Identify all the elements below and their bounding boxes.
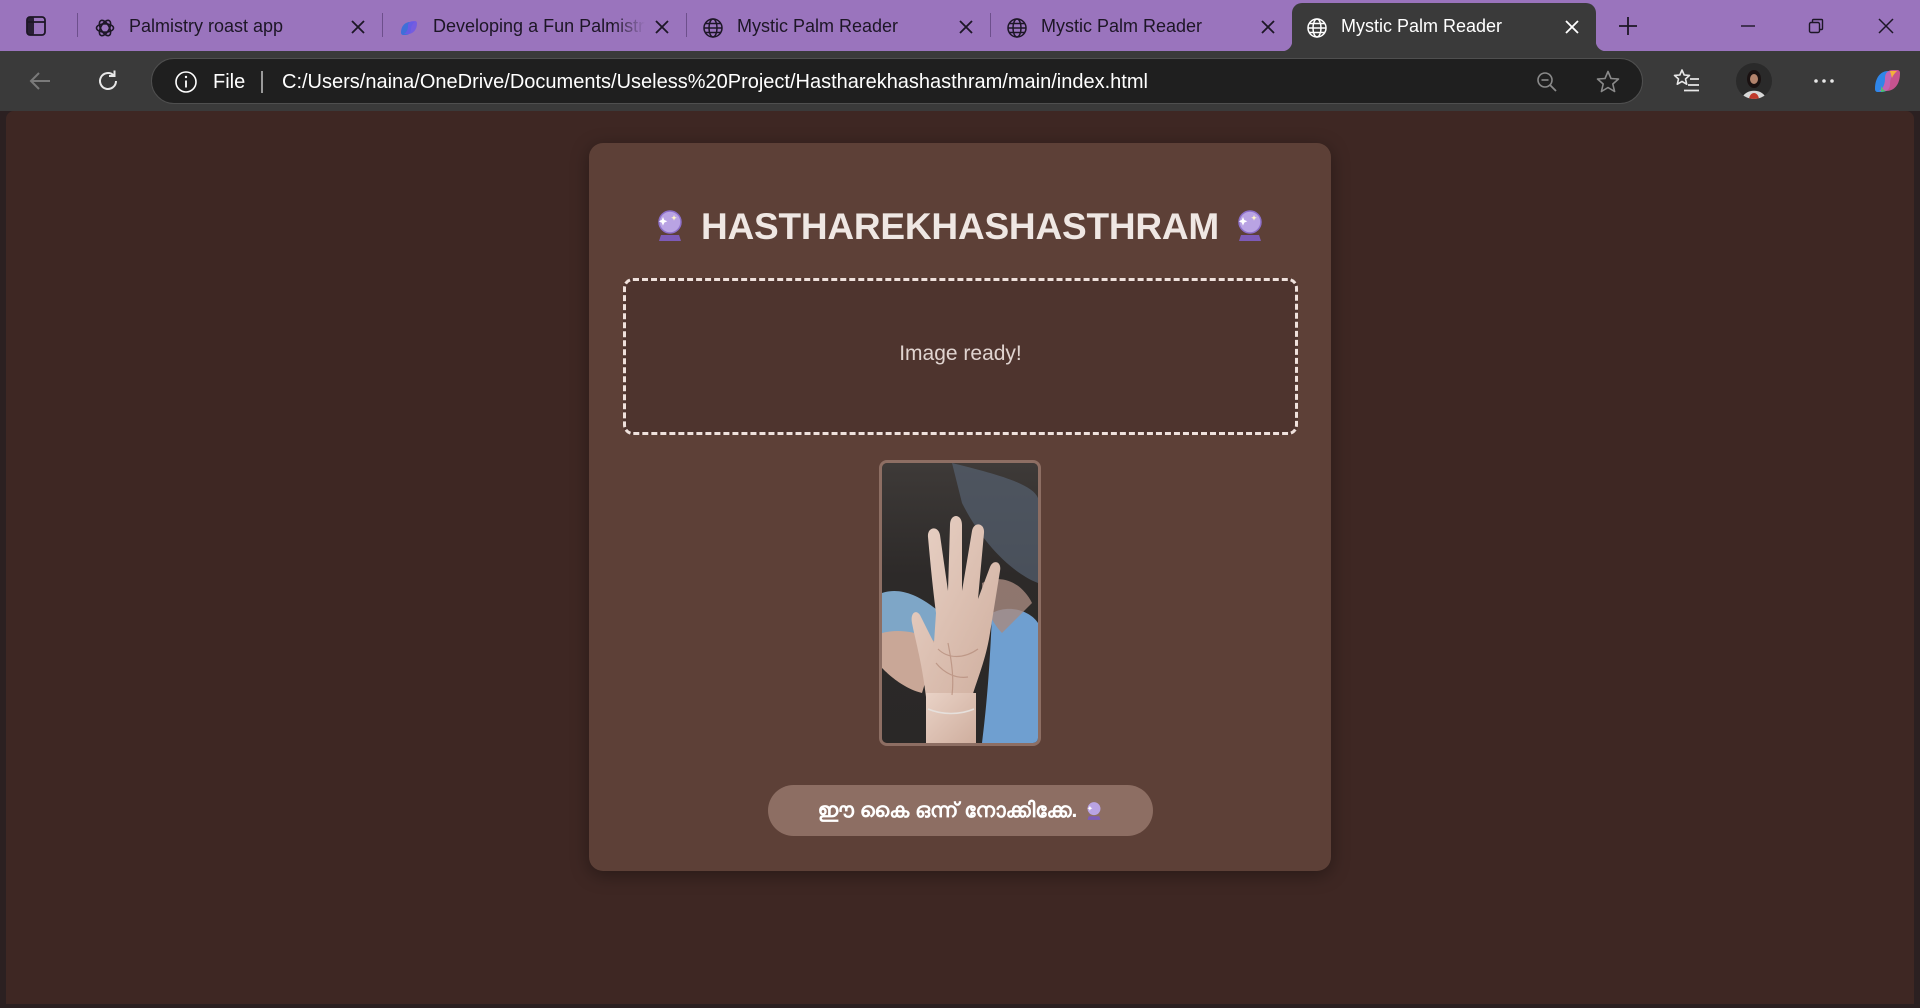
address-bar[interactable]: File C:/Users/naina/OneDrive/Documents/U… [151, 58, 1643, 104]
read-palm-button[interactable]: ഈ കൈ ഒന്ന് നോക്കിക്കേ. [768, 785, 1153, 836]
info-icon[interactable] [174, 70, 198, 94]
tab-separator [686, 13, 687, 37]
zoom-out-icon [1537, 72, 1557, 92]
avatar [1736, 63, 1772, 99]
more-icon [1814, 79, 1834, 83]
minimize-icon [1741, 24, 1755, 27]
tab-separator [77, 13, 78, 37]
close-icon [1878, 17, 1894, 34]
tab-title: Palmistry roast app [129, 16, 284, 36]
tab-palmistry-roast-app[interactable]: Palmistry roast app [80, 3, 380, 51]
restore-icon [1808, 18, 1824, 33]
plus-icon [1619, 17, 1637, 35]
copilot-icon [401, 21, 417, 35]
globe-icon [703, 18, 723, 38]
tab-strip: Palmistry roast app Developing a Fun Pal… [0, 0, 1920, 51]
tab-mystic-palm-reader-2[interactable]: Mystic Palm Reader [992, 3, 1290, 51]
address-divider [261, 71, 263, 93]
upload-dropzone[interactable]: Image ready! [623, 278, 1298, 435]
close-icon [1565, 20, 1579, 34]
profile-button[interactable] [1733, 60, 1775, 102]
zoom-button[interactable] [1534, 69, 1560, 95]
palm-image-preview [879, 460, 1041, 746]
tab-developing-palmistry[interactable]: Developing a Fun Palmistry [384, 3, 684, 51]
tab-title: Mystic Palm Reader [1341, 16, 1503, 36]
close-window-button[interactable] [1852, 0, 1920, 51]
address-scheme-label: File [213, 71, 246, 93]
crystal-ball-icon [658, 210, 682, 241]
refresh-icon [99, 70, 117, 90]
tab-mystic-palm-reader-1[interactable]: Mystic Palm Reader [688, 3, 988, 51]
minimize-button[interactable] [1714, 0, 1782, 51]
back-arrow-icon [29, 72, 50, 90]
globe-icon [1007, 18, 1027, 38]
tab-close-button[interactable] [954, 15, 978, 39]
favorites-list-icon [1673, 69, 1699, 92]
chatgpt-icon [95, 19, 115, 37]
page-viewport: HASTHAREKHASHASTHRAM Image ready! ഈ കൈ ഒ… [6, 111, 1914, 1004]
copilot-icon [1875, 70, 1900, 92]
tab-title: Mystic Palm Reader [737, 16, 899, 36]
tab-close-button[interactable] [650, 15, 674, 39]
tab-actions-button[interactable] [0, 0, 72, 51]
palm-reader-card: HASTHAREKHASHASTHRAM Image ready! ഈ കൈ ഒ… [589, 143, 1331, 871]
restore-button[interactable] [1782, 0, 1850, 51]
settings-more-button[interactable] [1803, 60, 1845, 102]
star-icon [1596, 70, 1620, 93]
close-icon [1261, 20, 1275, 34]
close-icon [959, 20, 973, 34]
address-url[interactable]: C:/Users/naina/OneDrive/Documents/Useles… [282, 71, 1148, 94]
globe-icon [1307, 18, 1327, 38]
crystal-ball-icon [1238, 210, 1262, 241]
copilot-button[interactable] [1866, 60, 1908, 102]
new-tab-button[interactable] [1611, 11, 1645, 41]
close-icon [655, 20, 669, 34]
palm-photo [882, 463, 1038, 743]
crystal-ball-icon [1087, 801, 1101, 820]
tab-close-button[interactable] [1560, 15, 1584, 39]
tab-title: Developing a Fun Palmistry [433, 16, 645, 36]
tab-mystic-palm-reader-active[interactable]: Mystic Palm Reader [1282, 3, 1606, 51]
tab-separator [990, 13, 991, 37]
read-palm-button-label: ഈ കൈ ഒന്ന് നോക്കിക്കേ. [817, 798, 1078, 822]
favorites-button[interactable] [1666, 60, 1708, 102]
refresh-button[interactable] [87, 60, 129, 102]
upload-status-text: Image ready! [899, 342, 1022, 365]
page-title-text: HASTHAREKHASHASTHRAM [700, 206, 1220, 247]
tab-separator [382, 13, 383, 37]
tab-close-button[interactable] [346, 15, 370, 39]
page-title: HASTHAREKHASHASTHRAM [589, 206, 1331, 248]
back-button[interactable] [20, 60, 62, 102]
favorite-button[interactable] [1595, 69, 1621, 95]
tab-actions-icon [26, 15, 46, 36]
tab-title: Mystic Palm Reader [1041, 16, 1203, 36]
tab-close-button[interactable] [1256, 15, 1280, 39]
close-icon [351, 20, 365, 34]
